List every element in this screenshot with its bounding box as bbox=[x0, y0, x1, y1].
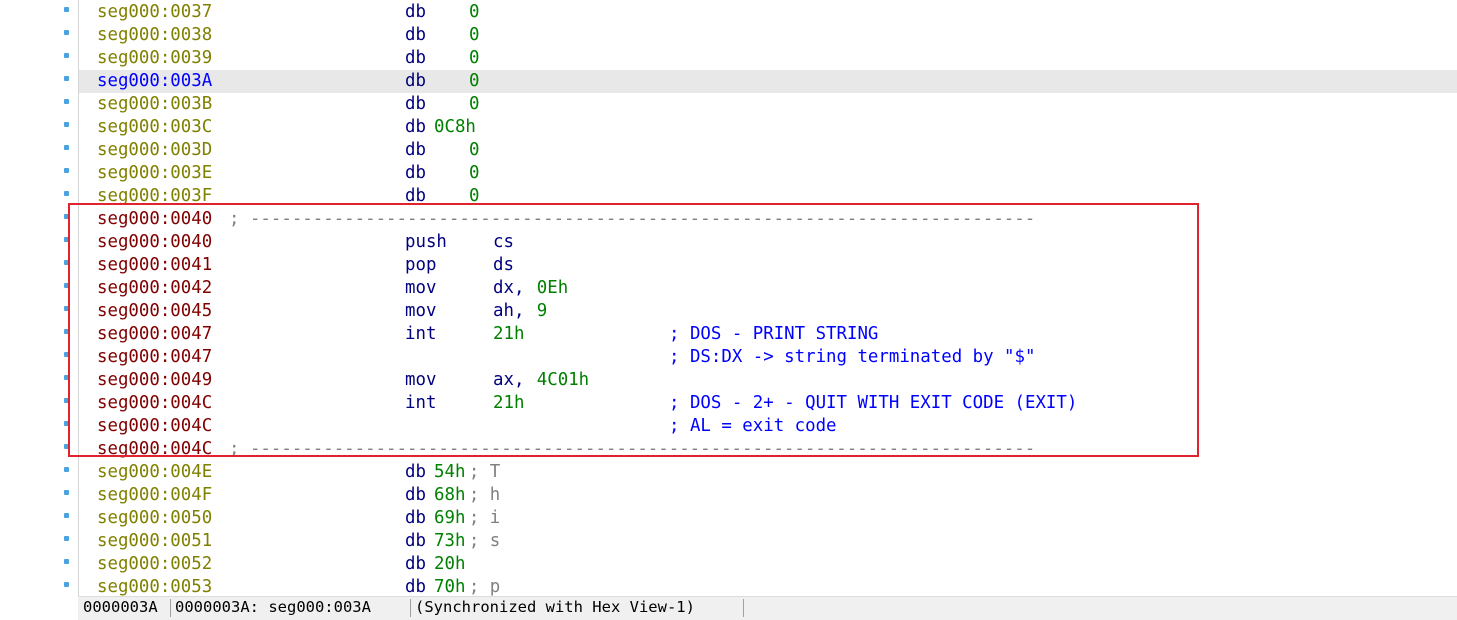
listing-row[interactable]: seg000:003D db 0 bbox=[79, 139, 1457, 162]
operand-value[interactable]: 20h bbox=[434, 553, 465, 576]
address-label[interactable]: seg000:003C bbox=[97, 116, 212, 139]
operand-value[interactable]: 68h bbox=[434, 484, 465, 507]
operand-value[interactable]: 0 bbox=[469, 1, 479, 24]
listing-row[interactable]: seg000:004E db 54h; T bbox=[79, 461, 1457, 484]
status-file-offset: 0000003A bbox=[83, 598, 158, 616]
address-label[interactable]: seg000:0038 bbox=[97, 24, 212, 47]
status-divider bbox=[743, 599, 744, 617]
operand-value[interactable]: 0 bbox=[469, 139, 479, 162]
address-label[interactable]: seg000:003D bbox=[97, 139, 212, 162]
listing-row[interactable]: seg000:004F db 68h; h bbox=[79, 484, 1457, 507]
status-divider bbox=[170, 599, 171, 617]
address-label[interactable]: seg000:004E bbox=[97, 461, 212, 484]
operand-value[interactable]: 73h bbox=[434, 530, 465, 553]
listing-row[interactable]: seg000:003A db 0 bbox=[79, 70, 1457, 93]
instruction-mnemonic[interactable]: db bbox=[405, 553, 426, 576]
operand-value[interactable]: 0 bbox=[469, 47, 479, 70]
listing-row[interactable]: seg000:0053 db 70h; p bbox=[79, 576, 1457, 596]
listing-row[interactable]: seg000:003E db 0 bbox=[79, 162, 1457, 185]
char-comment: ; s bbox=[468, 531, 501, 551]
char-comment: ; h bbox=[468, 485, 501, 505]
status-divider bbox=[410, 599, 411, 617]
operand-value[interactable]: 0 bbox=[469, 70, 479, 93]
instruction-mnemonic[interactable]: db bbox=[405, 1, 426, 24]
instruction-mnemonic[interactable]: db bbox=[405, 530, 426, 553]
listing-row[interactable]: seg000:003B db 0 bbox=[79, 93, 1457, 116]
address-label[interactable]: seg000:0037 bbox=[97, 1, 212, 24]
address-label[interactable]: seg000:003A bbox=[97, 70, 212, 93]
instruction-mnemonic[interactable]: db bbox=[405, 507, 426, 530]
instruction-mnemonic[interactable]: db bbox=[405, 484, 426, 507]
operand-value[interactable]: 0C8h bbox=[434, 116, 476, 139]
instruction-mnemonic[interactable]: db bbox=[405, 576, 426, 596]
instruction-mnemonic[interactable]: db bbox=[405, 24, 426, 47]
listing-row[interactable]: seg000:0037 db 0 bbox=[79, 1, 1457, 24]
instruction-mnemonic[interactable]: db bbox=[405, 461, 426, 484]
status-sync: (Synchronized with Hex View-1) bbox=[415, 598, 695, 616]
address-label[interactable]: seg000:0039 bbox=[97, 47, 212, 70]
instruction-mnemonic[interactable]: db bbox=[405, 139, 426, 162]
instruction-mnemonic[interactable]: db bbox=[405, 162, 426, 185]
listing-row[interactable]: seg000:0038 db 0 bbox=[79, 24, 1457, 47]
operand-value[interactable]: 0 bbox=[469, 24, 479, 47]
listing-row[interactable]: seg000:0050 db 69h; i bbox=[79, 507, 1457, 530]
char-comment: ; i bbox=[468, 508, 501, 528]
instruction-mnemonic[interactable]: db bbox=[405, 116, 426, 139]
instruction-mnemonic[interactable]: db bbox=[405, 47, 426, 70]
address-label[interactable]: seg000:004F bbox=[97, 484, 212, 507]
status-bar: 0000003A 0000003A: seg000:003A (Synchron… bbox=[78, 596, 1457, 620]
char-comment: ; T bbox=[468, 462, 501, 482]
status-location: 0000003A: seg000:003A bbox=[175, 598, 371, 616]
char-comment: ; p bbox=[468, 577, 501, 596]
instruction-mnemonic[interactable]: db bbox=[405, 70, 426, 93]
address-label[interactable]: seg000:0052 bbox=[97, 553, 212, 576]
operand-value[interactable]: 0 bbox=[469, 93, 479, 116]
operand-value[interactable]: 0 bbox=[469, 162, 479, 185]
operand-value[interactable]: 69h bbox=[434, 507, 465, 530]
instruction-mnemonic[interactable]: db bbox=[405, 93, 426, 116]
address-label[interactable]: seg000:003B bbox=[97, 93, 212, 116]
operand-value[interactable]: 54h bbox=[434, 461, 465, 484]
listing-row[interactable]: seg000:0039 db 0 bbox=[79, 47, 1457, 70]
listing-row[interactable]: seg000:0051 db 73h; s bbox=[79, 530, 1457, 553]
address-label[interactable]: seg000:0050 bbox=[97, 507, 212, 530]
operand-value[interactable]: 70h bbox=[434, 576, 465, 596]
address-label[interactable]: seg000:003E bbox=[97, 162, 212, 185]
address-label[interactable]: seg000:0053 bbox=[97, 576, 212, 596]
highlight-box bbox=[68, 203, 1199, 457]
listing-row[interactable]: seg000:0052 db 20h bbox=[79, 553, 1457, 576]
address-label[interactable]: seg000:0051 bbox=[97, 530, 212, 553]
listing-row[interactable]: seg000:003C db 0C8h bbox=[79, 116, 1457, 139]
